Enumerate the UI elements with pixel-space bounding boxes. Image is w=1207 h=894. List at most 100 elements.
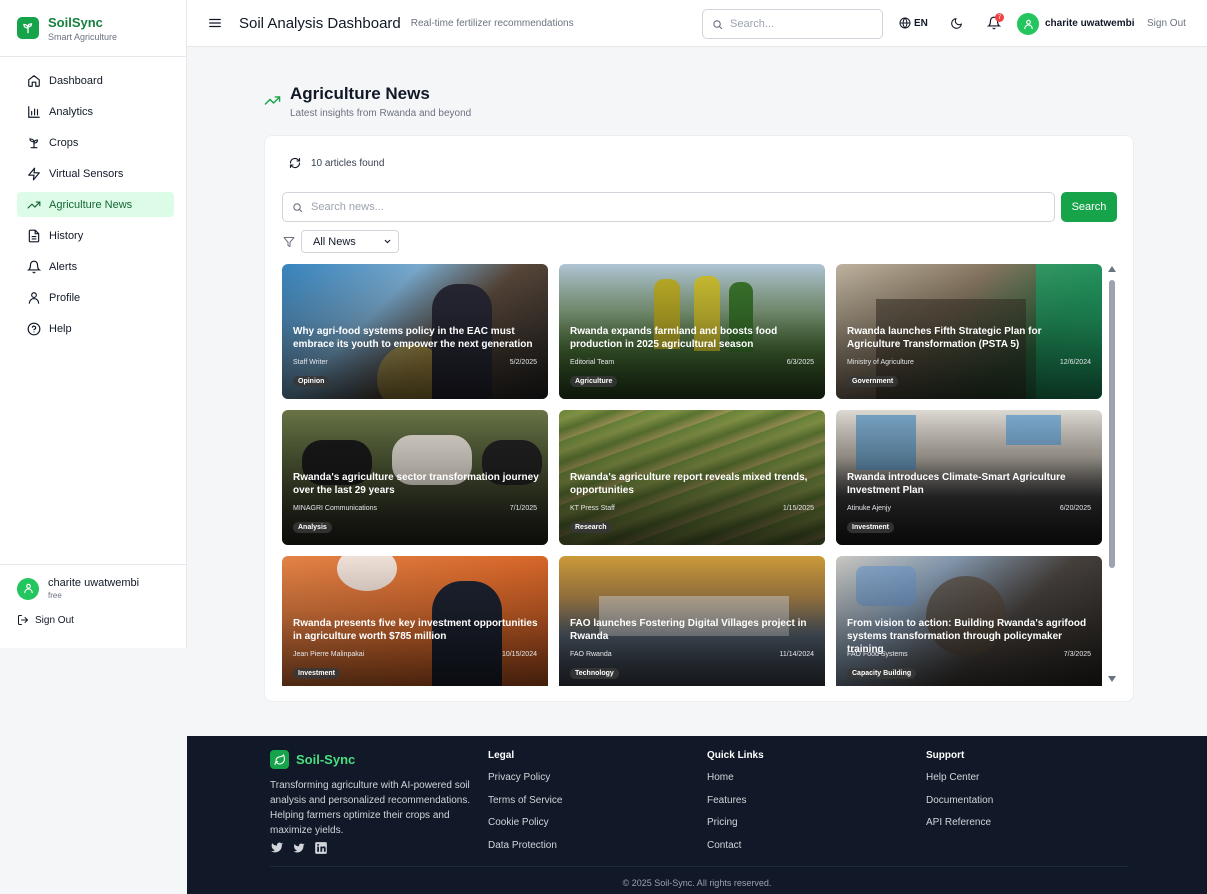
footer-link-features[interactable]: Features <box>707 795 764 818</box>
scroll-up-icon[interactable] <box>1108 266 1116 272</box>
news-card-author: FAO Rwanda <box>570 651 612 658</box>
news-scrollbar[interactable] <box>1108 264 1116 686</box>
sidebar-item-label: Help <box>49 322 72 335</box>
news-card-date: 11/14/2024 <box>779 651 814 658</box>
footer-divider <box>270 866 1128 867</box>
news-panel: 10 articles found Search news... Search … <box>264 135 1134 702</box>
moon-icon[interactable] <box>950 17 963 30</box>
sidebar-item-agriculture-news[interactable]: Agriculture News <box>17 192 174 217</box>
news-card-title: Rwanda's agriculture report reveals mixe… <box>570 472 808 496</box>
sidebar-item-profile[interactable]: Profile <box>17 285 174 310</box>
menu-icon[interactable] <box>208 16 222 30</box>
news-card[interactable]: From vision to action: Building Rwanda's… <box>836 556 1102 686</box>
news-search-input[interactable]: Search news... <box>282 192 1055 222</box>
footer: Soil-Sync Transforming agriculture with … <box>187 736 1207 894</box>
news-search-button[interactable]: Search <box>1061 192 1117 222</box>
news-card-date: 6/3/2025 <box>786 359 814 366</box>
news-card[interactable]: Rwanda launches Fifth Strategic Plan for… <box>836 264 1102 399</box>
language-label: EN <box>914 17 928 29</box>
footer-link-terms[interactable]: Terms of Service <box>488 795 562 818</box>
news-card-author: Atinuke Ajenjy <box>847 505 891 512</box>
refresh-icon[interactable] <box>289 157 301 169</box>
sidebar-user-name: charite uwatwembi <box>48 577 140 589</box>
top-header: Soil Analysis Dashboard Real-time fertil… <box>187 0 1207 47</box>
notification-badge: 7 <box>995 13 1004 22</box>
news-card[interactable]: Why agri-food systems policy in the EAC … <box>282 264 548 399</box>
search-icon <box>293 202 303 212</box>
footer-link-cookie[interactable]: Cookie Policy <box>488 817 562 840</box>
sidebar-item-alerts[interactable]: Alerts <box>17 254 174 279</box>
globe-icon <box>899 17 911 29</box>
footer-social <box>270 841 337 860</box>
sidebar-item-analytics[interactable]: Analytics <box>17 99 174 124</box>
scroll-down-icon[interactable] <box>1108 676 1116 682</box>
user-icon <box>1023 19 1033 29</box>
global-search-input[interactable]: Search... <box>702 9 883 39</box>
footer-description: Transforming agriculture with AI-powered… <box>270 780 471 836</box>
footer-link-help-center[interactable]: Help Center <box>926 772 993 795</box>
sidebar-item-dashboard[interactable]: Dashboard <box>17 68 174 93</box>
chevron-down-icon <box>384 239 391 244</box>
sidebar-item-help[interactable]: Help <box>17 316 174 341</box>
leaf-icon <box>270 750 289 769</box>
footer-copyright: © 2025 Soil-Sync. All rights reserved. <box>622 878 772 888</box>
brand[interactable]: SoilSync Smart Agriculture <box>0 0 186 57</box>
user-icon <box>23 583 33 594</box>
footer-brand[interactable]: Soil-Sync <box>270 750 355 769</box>
footer-link-data-protection[interactable]: Data Protection <box>488 840 562 863</box>
sidebar-item-history[interactable]: History <box>17 223 174 248</box>
header-user-name[interactable]: charite uwatwembi <box>1045 18 1134 29</box>
header-avatar[interactable] <box>1017 13 1039 35</box>
sidebar-user-plan: free <box>48 591 62 600</box>
article-count-text: 10 articles found <box>311 157 385 169</box>
sidebar-item-label: Agriculture News <box>49 198 133 211</box>
news-card[interactable]: FAO launches Fostering Digital Villages … <box>559 556 825 686</box>
news-card-author: MINAGRI Communications <box>293 505 378 512</box>
avatar[interactable] <box>17 577 39 600</box>
news-card-date: 10/15/2024 <box>501 651 537 658</box>
news-card-author: Ministry of Agriculture <box>847 359 914 366</box>
footer-link-home[interactable]: Home <box>707 772 764 795</box>
news-card[interactable]: Rwanda's agriculture sector transformati… <box>282 410 548 545</box>
brand-tagline: Smart Agriculture <box>48 31 118 42</box>
sidebar-signout-button[interactable]: Sign Out <box>17 614 169 626</box>
notifications-button[interactable]: 7 <box>986 13 1004 35</box>
twitter-icon[interactable] <box>293 841 305 860</box>
news-card[interactable]: Rwanda introduces Climate-Smart Agricult… <box>836 410 1102 545</box>
footer-legal-column: Legal Privacy Policy Terms of Service Co… <box>488 750 562 862</box>
sidebar-user: charite uwatwembi free Sign Out <box>0 564 186 648</box>
news-card-tag: Government <box>847 376 899 387</box>
footer-link-pricing[interactable]: Pricing <box>707 817 764 840</box>
news-card-title: Rwanda introduces Climate-Smart Agricult… <box>847 472 1066 496</box>
header-signout-button[interactable]: Sign Out <box>1147 18 1186 29</box>
sidebar-item-label: Alerts <box>49 260 78 273</box>
footer-link-privacy[interactable]: Privacy Policy <box>488 772 562 795</box>
scrollbar-thumb[interactable] <box>1109 280 1115 568</box>
footer-link-documentation[interactable]: Documentation <box>926 795 993 818</box>
footer-link-contact[interactable]: Contact <box>707 840 764 863</box>
news-card-meta: Editorial Team 6/3/2025 <box>570 359 814 366</box>
news-card-title: Rwanda presents five key investment oppo… <box>293 618 538 642</box>
footer-column-title: Legal <box>488 750 515 761</box>
news-card[interactable]: Rwanda's agriculture report reveals mixe… <box>559 410 825 545</box>
news-card-title: FAO launches Fostering Digital Villages … <box>570 618 807 642</box>
sidebar: SoilSync Smart Agriculture Dashboard Ana… <box>0 0 187 648</box>
news-card-title: Rwanda expands farmland and boosts food … <box>570 326 778 350</box>
zap-icon <box>28 167 40 180</box>
news-card[interactable]: Rwanda presents five key investment oppo… <box>282 556 548 686</box>
category-select[interactable]: All News <box>301 230 399 253</box>
linkedin-icon[interactable] <box>314 841 328 860</box>
sidebar-item-virtual-sensors[interactable]: Virtual Sensors <box>17 161 174 186</box>
bell-icon <box>27 260 41 273</box>
footer-link-api-reference[interactable]: API Reference <box>926 817 993 840</box>
twitter-icon[interactable] <box>270 841 284 860</box>
language-button[interactable]: EN <box>899 17 928 29</box>
news-card-author: FAO Food Systems <box>847 651 908 658</box>
sidebar-item-label: Profile <box>49 291 81 304</box>
sidebar-item-crops[interactable]: Crops <box>17 130 174 155</box>
sprout-logo-icon <box>17 17 39 39</box>
sidebar-item-label: Dashboard <box>49 74 103 87</box>
signout-label: Sign Out <box>35 614 74 626</box>
news-card[interactable]: Rwanda expands farmland and boosts food … <box>559 264 825 399</box>
sidebar-item-label: Crops <box>49 136 79 149</box>
